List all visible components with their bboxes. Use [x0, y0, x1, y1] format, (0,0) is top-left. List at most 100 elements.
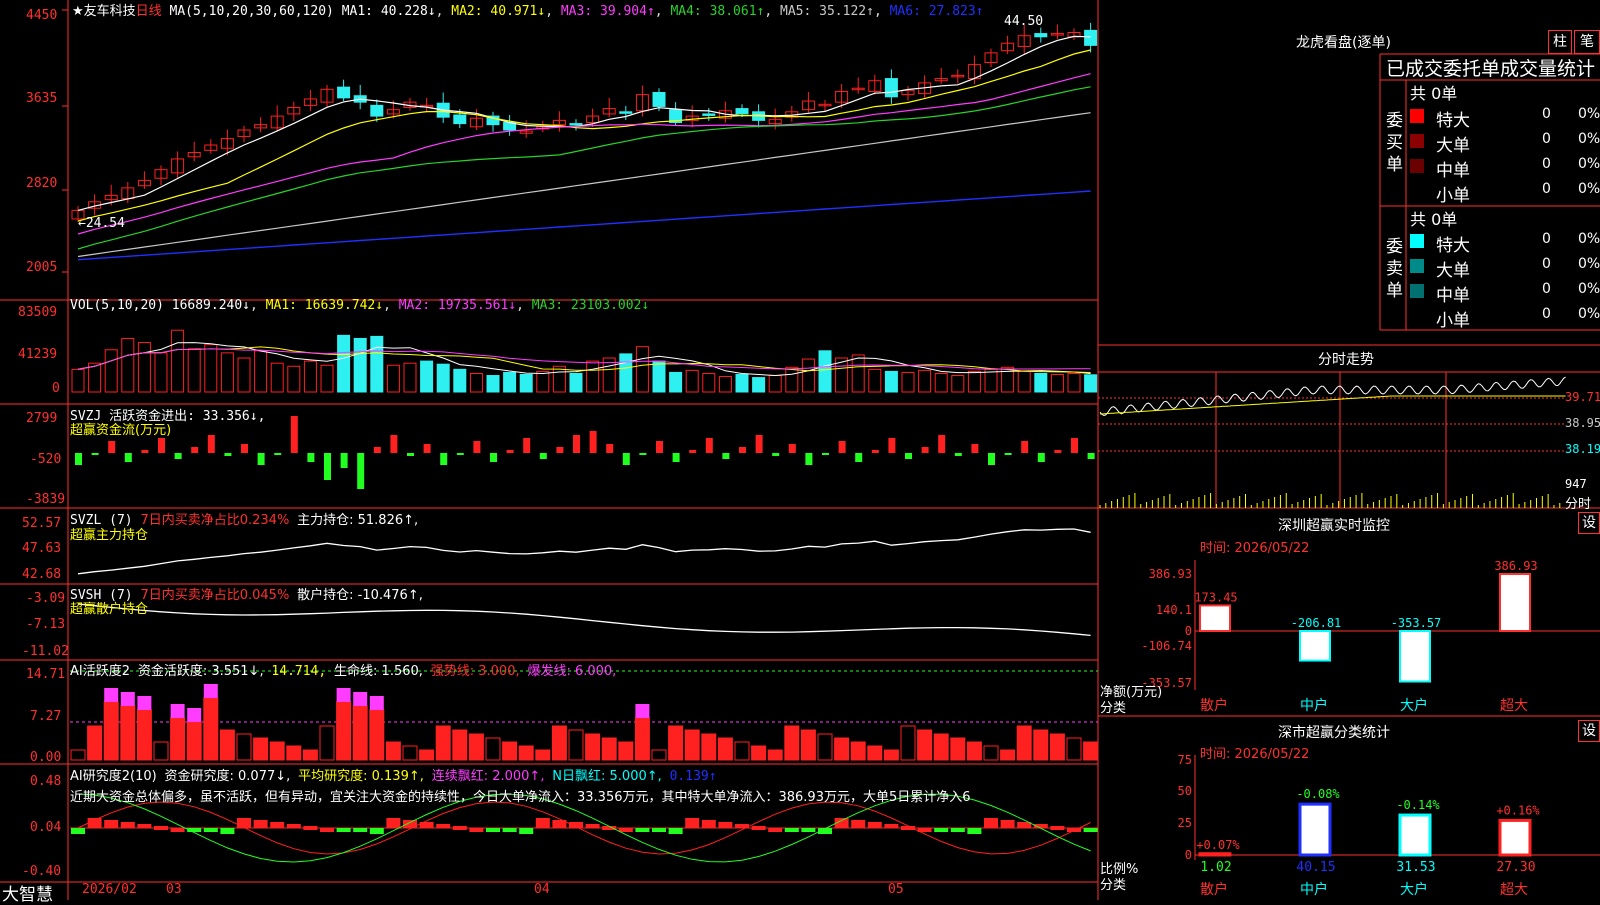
activity-bar	[551, 725, 567, 761]
bar-mode-button[interactable]: 柱	[1548, 30, 1572, 54]
research-bar	[71, 828, 85, 834]
flow-bar	[224, 453, 232, 456]
svsh-hold: 散户持仓: -10.476↑,	[297, 588, 423, 603]
flow-bar	[1021, 441, 1029, 453]
cls-settings-button[interactable]: 设	[1578, 720, 1600, 742]
cls-change-label: -0.14%	[1396, 798, 1440, 812]
sz-bar-label: -206.81	[1291, 616, 1342, 630]
ai1-tick: 0.00	[30, 750, 62, 765]
activity-bar	[402, 745, 418, 761]
sz-monitor-title: 深圳超赢实时监控	[1278, 518, 1390, 534]
volume-bar	[801, 358, 815, 393]
price-tick: 2820	[26, 176, 58, 191]
period-label[interactable]: 日线	[136, 4, 162, 19]
volume-bar	[818, 350, 832, 393]
volume-bar	[586, 360, 600, 393]
activity-bar	[933, 733, 949, 761]
row-percent: 0%	[1578, 131, 1600, 147]
research-bar	[801, 828, 816, 832]
activity-bar-top	[187, 708, 202, 722]
flow-bar	[639, 453, 647, 455]
row-value: 0	[1542, 156, 1551, 172]
intraday-vol-unit: 分时	[1565, 497, 1592, 512]
sz-category-label: 超大	[1500, 698, 1528, 714]
research-bar	[452, 826, 467, 830]
candle-body	[1034, 33, 1048, 38]
activity-bar	[236, 733, 252, 761]
svsh-tick: -3.09	[26, 591, 66, 606]
candle-body	[702, 113, 716, 116]
flow-bar	[108, 441, 116, 453]
row-percent: 0%	[1578, 181, 1600, 197]
row-value: 0	[1542, 131, 1551, 147]
order-stats-title: 已成交委托单成交量统计	[1386, 58, 1596, 80]
volume-bar	[453, 368, 467, 393]
swatch-icon	[1410, 234, 1424, 248]
flow-bar	[490, 453, 497, 462]
activity-bar-top	[170, 704, 185, 718]
cls-category-label: 中户	[1300, 881, 1328, 898]
sz-axis-tick: 0	[1185, 624, 1192, 638]
flow-bar	[705, 438, 713, 453]
volume-bar	[137, 342, 151, 393]
flow-bar	[805, 453, 813, 465]
flow-bar	[324, 453, 331, 480]
intraday-tick: 38.95	[1565, 416, 1600, 430]
activity-bar	[219, 729, 235, 761]
flow-bar	[1004, 453, 1012, 455]
volume-bar	[785, 366, 799, 393]
flow-bar	[556, 447, 564, 453]
volume-bar	[204, 344, 218, 393]
activity-bar	[634, 717, 650, 761]
flow-bar	[871, 450, 879, 453]
cls-category-label: 散户	[1200, 881, 1228, 898]
low-marker: ←24.54	[78, 216, 125, 231]
activity-bar	[900, 725, 916, 761]
ma2-value: MA2: 40.971↓	[451, 4, 546, 19]
volume-bar	[868, 368, 882, 393]
flow-bar	[954, 453, 962, 456]
volume-bar	[951, 375, 965, 393]
sell-row: 中单 0 0%	[1410, 281, 1600, 306]
volume-bar	[486, 375, 500, 393]
volume-bar	[768, 375, 782, 393]
activity-bar	[518, 745, 534, 761]
row-name: 大单	[1436, 136, 1470, 156]
row-name: 小单	[1436, 311, 1470, 331]
buy-row: 特大 0 0%	[1410, 106, 1600, 131]
activity-bar	[485, 737, 501, 761]
row-percent: 0%	[1578, 306, 1600, 322]
activity-bar	[668, 725, 684, 761]
activity-bar	[917, 729, 933, 761]
activity-bar	[701, 733, 717, 761]
stock-name[interactable]: ★友车科技	[72, 4, 136, 19]
flow-bar	[373, 447, 381, 453]
volume-bar	[685, 369, 699, 393]
flow-bar	[838, 441, 846, 453]
flow-bar	[689, 450, 697, 453]
cls-stats-title: 深市超赢分类统计	[1278, 725, 1390, 741]
volume-bar	[71, 368, 85, 393]
volume-bar	[669, 371, 683, 393]
volume-bar	[918, 369, 932, 393]
volume-bar	[1084, 374, 1098, 393]
vol-ma1: MA1: 16639.742↓	[265, 298, 384, 313]
flow-bar	[440, 453, 448, 465]
flow-bar	[241, 444, 248, 453]
research-bar	[635, 828, 650, 832]
ai2-r3: 连续飘红: 2.000↑,	[431, 769, 545, 784]
sz-settings-button[interactable]: 设	[1578, 512, 1600, 534]
ai1-strong: 强势线: 3.000,	[430, 664, 520, 679]
row-name: 大单	[1436, 261, 1470, 281]
flow-bar	[158, 438, 165, 453]
activity-bar	[618, 741, 634, 761]
activity-bar	[286, 745, 302, 761]
activity-bar	[983, 745, 999, 761]
candle-body	[453, 114, 467, 125]
pen-mode-button[interactable]: 笔	[1574, 30, 1600, 54]
cls-value-label: 1.02	[1200, 860, 1231, 875]
candle-body	[569, 123, 583, 126]
activity-bar-top	[120, 692, 135, 706]
ma-line-20	[77, 73, 1091, 235]
activity-bar	[734, 741, 750, 761]
